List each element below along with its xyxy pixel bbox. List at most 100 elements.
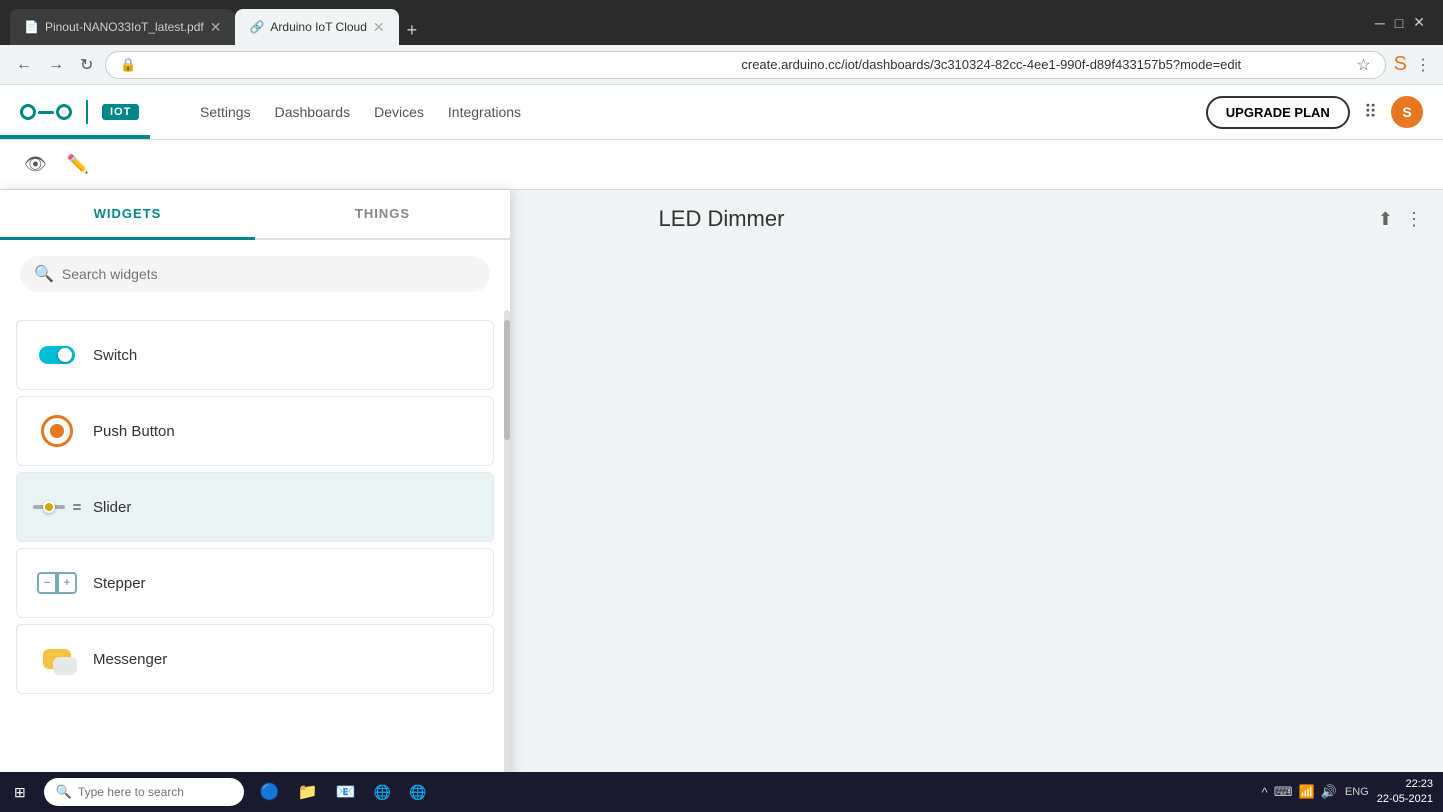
close-button[interactable]: ✕ (1413, 14, 1425, 31)
maximize-button[interactable]: □ (1395, 15, 1403, 31)
scrollbar-thumb[interactable] (504, 320, 510, 440)
logo-divider (86, 100, 88, 124)
tab2-favicon: 🔗 (249, 20, 264, 34)
push-button-icon (41, 415, 73, 447)
nav-dashboards[interactable]: Dashboards (275, 104, 351, 120)
stepper-label: Stepper (93, 575, 146, 592)
logo-circles (20, 104, 72, 120)
taskbar-keyboard-icon: ⌨ (1274, 784, 1293, 800)
slider-label: Slider (93, 499, 131, 516)
push-button-widget-icon (37, 411, 77, 451)
messenger-widget-icon (37, 639, 77, 679)
taskbar: ⊞ 🔍 🔵 📁 📧 🌐 🌐 ^ ⌨ 📶 🔊 ENG 22:23 22-05-20… (0, 772, 1443, 812)
tab1-close[interactable]: ✕ (210, 19, 222, 36)
upgrade-plan-button[interactable]: UPGRADE PLAN (1206, 96, 1350, 129)
search-icon: 🔍 (34, 264, 54, 284)
start-button[interactable]: ⊞ (0, 772, 40, 812)
main-area: LED Dimmer ⬆ ⋮ WIDGETS THINGS 🔍 (0, 190, 1443, 812)
forward-button[interactable]: → (44, 52, 68, 78)
tab1-favicon: 📄 (24, 20, 39, 34)
taskbar-search-input[interactable] (78, 785, 208, 799)
header-nav: Settings Dashboards Devices Integrations (200, 104, 1206, 120)
scrollbar-track[interactable] (504, 310, 510, 812)
sub-header: 👁 ✏️ (0, 140, 1443, 190)
green-underline (0, 135, 150, 139)
widget-item-messenger[interactable]: Messenger (16, 624, 494, 694)
arduino-logo (20, 104, 72, 120)
search-box: 🔍 (20, 256, 490, 292)
minimize-button[interactable]: ─ (1375, 15, 1385, 31)
panel-tabs: WIDGETS THINGS (0, 190, 510, 240)
widget-item-push-button[interactable]: Push Button (16, 396, 494, 466)
panel-search: 🔍 (0, 240, 510, 308)
reload-button[interactable]: ↻ (76, 51, 97, 79)
windows-icon: ⊞ (14, 784, 26, 801)
widget-panel: WIDGETS THINGS 🔍 Switch (0, 190, 510, 812)
tab2-close[interactable]: ✕ (373, 19, 385, 36)
apps-grid-icon[interactable]: ⠿ (1364, 102, 1377, 123)
messenger-icon (43, 649, 71, 669)
taskbar-right: ^ ⌨ 📶 🔊 ENG 22:23 22-05-2021 (1262, 777, 1443, 808)
taskbar-chevron-icon[interactable]: ^ (1262, 785, 1268, 800)
search-input[interactable] (62, 266, 476, 282)
messenger-label: Messenger (93, 651, 167, 668)
tab2-label: Arduino IoT Cloud (270, 20, 367, 34)
more-options-button[interactable]: ⋮ (1405, 209, 1423, 230)
view-mode-button[interactable]: 👁 (20, 150, 51, 179)
user-avatar[interactable]: S (1391, 96, 1423, 128)
address-text: create.arduino.cc/iot/dashboards/3c31032… (741, 57, 1356, 72)
stepper-plus: + (59, 574, 75, 592)
iot-badge: IOT (102, 104, 139, 120)
browser-chrome: 📄 Pinout-NANO33IoT_latest.pdf ✕ 🔗 Arduin… (0, 0, 1443, 45)
taskbar-datetime: 22:23 22-05-2021 (1377, 777, 1433, 808)
taskbar-sys-icons: ^ ⌨ 📶 🔊 (1262, 784, 1337, 800)
new-tab-button[interactable]: + (399, 16, 426, 45)
push-button-label: Push Button (93, 423, 175, 440)
push-button-inner (50, 424, 64, 438)
extensions-button[interactable]: ⋮ (1415, 55, 1431, 75)
tab-widgets[interactable]: WIDGETS (0, 190, 255, 240)
address-bar-row: ← → ↻ 🔒 create.arduino.cc/iot/dashboards… (0, 45, 1443, 85)
stepper-minus: − (39, 574, 55, 592)
widget-item-stepper[interactable]: − + Stepper (16, 548, 494, 618)
taskbar-volume-icon[interactable]: 🔊 (1321, 784, 1337, 800)
lock-icon: 🔒 (120, 57, 735, 73)
back-button[interactable]: ← (12, 52, 36, 78)
taskbar-app-icons: 🔵 📁 📧 🌐 🌐 (248, 772, 439, 812)
msg-bubble-2 (53, 657, 77, 675)
taskbar-time-display: 22:23 (1377, 777, 1433, 792)
address-bar[interactable]: 🔒 create.arduino.cc/iot/dashboards/3c310… (105, 51, 1385, 79)
taskbar-network-icon[interactable]: 📶 (1299, 784, 1315, 800)
dashboard-title: LED Dimmer (659, 206, 785, 232)
browser-tab-2[interactable]: 🔗 Arduino IoT Cloud ✕ (235, 9, 398, 45)
browser-tab-1[interactable]: 📄 Pinout-NANO33IoT_latest.pdf ✕ (10, 9, 235, 45)
slider-widget-icon (37, 487, 77, 527)
widget-item-switch[interactable]: Switch (16, 320, 494, 390)
header-actions: UPGRADE PLAN ⠿ S (1206, 96, 1423, 129)
taskbar-icon-edge[interactable]: 🌐 (368, 772, 397, 812)
taskbar-icon-cortana[interactable]: 🔵 (254, 772, 286, 812)
taskbar-search-icon: 🔍 (56, 784, 72, 800)
taskbar-icon-mail[interactable]: 📧 (330, 772, 362, 812)
profile-button[interactable]: S (1394, 53, 1407, 76)
app-header: IOT Settings Dashboards Devices Integrat… (0, 85, 1443, 140)
switch-label: Switch (93, 347, 137, 364)
tab-things[interactable]: THINGS (255, 190, 510, 238)
browser-tabs: 📄 Pinout-NANO33IoT_latest.pdf ✕ 🔗 Arduin… (10, 0, 1367, 45)
nav-integrations[interactable]: Integrations (448, 104, 521, 120)
widget-list: Switch Push Button (0, 308, 510, 706)
taskbar-icon-explorer[interactable]: 📁 (292, 772, 324, 812)
taskbar-icon-chrome[interactable]: 🌐 (403, 772, 432, 812)
nav-settings[interactable]: Settings (200, 104, 251, 120)
dashboard-actions: ⬆ ⋮ (1378, 209, 1423, 230)
switch-track (39, 346, 75, 364)
tab1-label: Pinout-NANO33IoT_latest.pdf (45, 20, 204, 34)
bookmark-button[interactable]: ☆ (1356, 55, 1370, 75)
widget-item-slider[interactable]: Slider (16, 472, 494, 542)
taskbar-search-box[interactable]: 🔍 (44, 778, 244, 806)
switch-widget-icon (37, 335, 77, 375)
share-button[interactable]: ⬆ (1378, 209, 1393, 230)
nav-devices[interactable]: Devices (374, 104, 424, 120)
edit-mode-button[interactable]: ✏️ (63, 150, 93, 179)
taskbar-date-display: 22-05-2021 (1377, 792, 1433, 807)
